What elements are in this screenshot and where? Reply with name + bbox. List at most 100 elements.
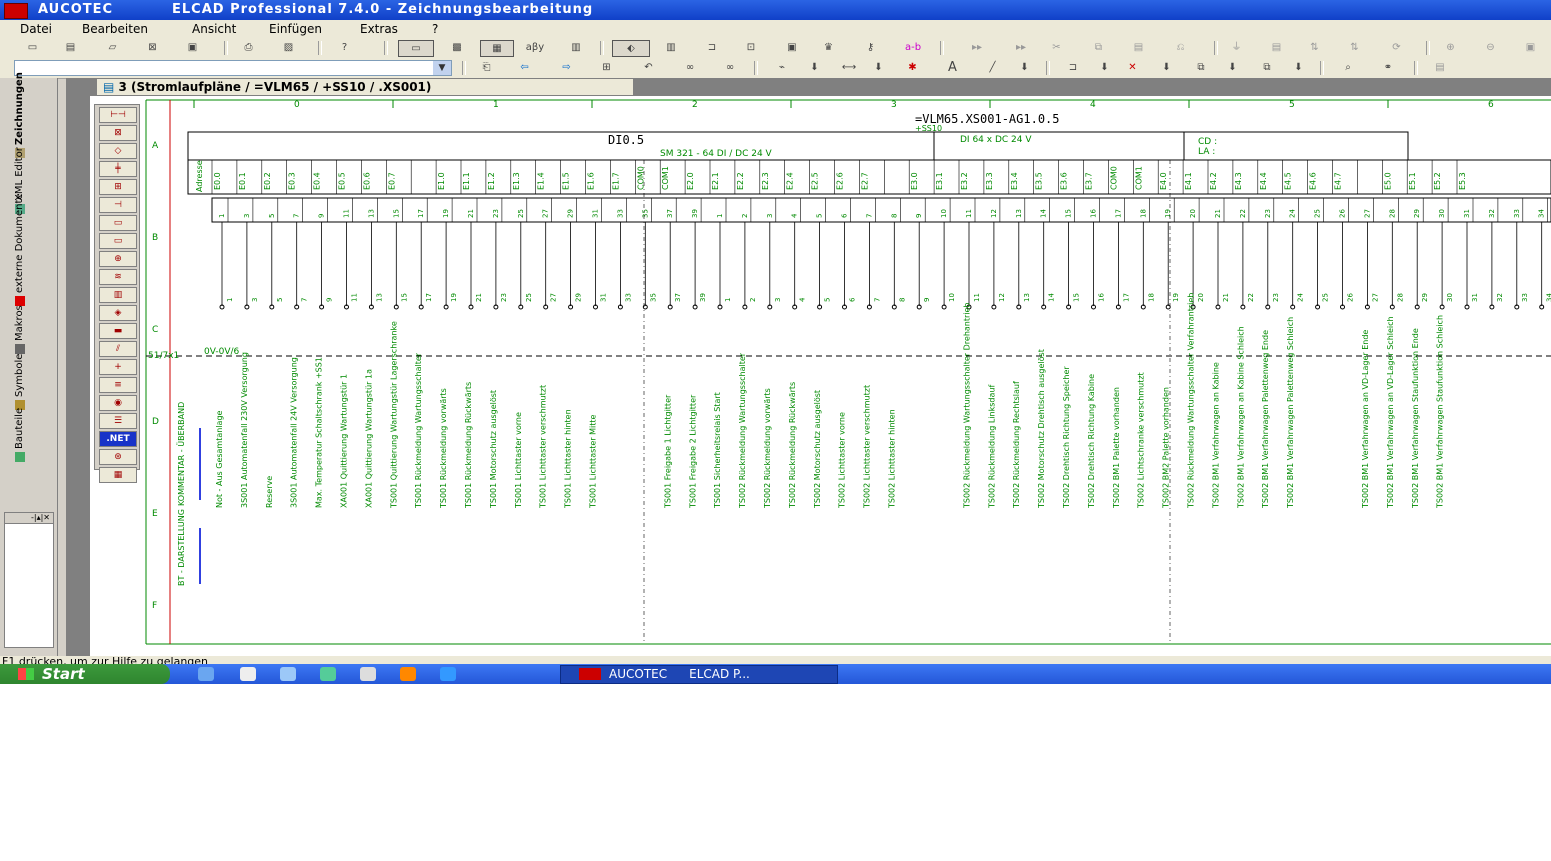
- palette-resistor-icon[interactable]: ▬: [99, 323, 137, 339]
- drawing-canvas[interactable]: ⊢⊣ ⊠ ◇ ╪ ⊞ ⊣ ▭ ▭ ⊕ ≋ ▥ ◈ ▬ ⫽ + ≡ ◉ ☰ .NE…: [90, 96, 1551, 656]
- binoculars-icon[interactable]: ⚭: [1374, 60, 1402, 75]
- quicklaunch-messenger-icon[interactable]: [320, 667, 336, 681]
- menu-ansicht[interactable]: Ansicht: [192, 22, 236, 36]
- taskbar-elcad-button[interactable]: AUCOTEC ELCAD P...: [560, 665, 838, 684]
- quicklaunch-firefox-icon[interactable]: [400, 667, 416, 681]
- palette-box-icon[interactable]: ▭: [99, 215, 137, 231]
- refresh-icon[interactable]: ⟳: [1388, 40, 1405, 55]
- copy-icon[interactable]: ⧉: [1090, 40, 1107, 55]
- filter-icon[interactable]: ⏚: [1228, 40, 1245, 55]
- drop4-icon[interactable]: ⬇: [1096, 60, 1113, 75]
- arrow-right-icon[interactable]: ⇨: [558, 60, 575, 75]
- search-icon[interactable]: ⌕: [1334, 60, 1362, 75]
- menu-help[interactable]: ?: [432, 22, 438, 36]
- chevron-down-icon[interactable]: ▼: [433, 61, 451, 75]
- print-preview-icon[interactable]: ▨: [280, 40, 297, 55]
- star-icon[interactable]: ✱: [904, 60, 921, 75]
- palette-gauge-icon[interactable]: ◉: [99, 395, 137, 411]
- palette-list-icon[interactable]: ☰: [99, 413, 137, 429]
- quicklaunch-explorer-icon[interactable]: [280, 667, 296, 681]
- dimension-icon[interactable]: ⟷: [838, 60, 860, 75]
- palette-bus-icon[interactable]: ╪: [99, 161, 137, 177]
- paste-page-icon[interactable]: ⧉: [1254, 60, 1280, 75]
- palette-dotnet-icon[interactable]: .NET: [99, 431, 137, 447]
- drop7-icon[interactable]: ⬇: [1290, 60, 1307, 75]
- drop-icon[interactable]: ⬇: [806, 60, 823, 75]
- sort-icon[interactable]: ▤: [1268, 40, 1285, 55]
- palette-terminal-icon[interactable]: ⊢⊣: [99, 107, 137, 123]
- start-button[interactable]: Start: [0, 664, 170, 684]
- select-icon[interactable]: ▦: [480, 40, 514, 57]
- crown-icon[interactable]: ♛: [820, 40, 837, 55]
- copy-page-icon[interactable]: ⧉: [1188, 60, 1214, 75]
- table-icon[interactable]: ▥: [656, 40, 686, 55]
- tab-makros[interactable]: Makros: [14, 305, 36, 354]
- help-icon[interactable]: ?: [336, 40, 353, 55]
- drop2-icon[interactable]: ⬇: [870, 60, 887, 75]
- open-icon[interactable]: ▱: [104, 40, 121, 55]
- jump-forward-icon[interactable]: ▸▸: [1006, 40, 1036, 55]
- zoom-in-icon[interactable]: ⊕: [1442, 40, 1459, 55]
- close-icon[interactable]: ⊠: [144, 40, 161, 55]
- drop5-icon[interactable]: ⬇: [1158, 60, 1175, 75]
- arrow-left-icon[interactable]: ⇦: [516, 60, 533, 75]
- panel-controls[interactable]: -|▴|✕: [5, 513, 53, 524]
- route-icon[interactable]: ⌁: [768, 60, 796, 75]
- cut-icon[interactable]: ✂: [1048, 40, 1065, 55]
- delete-x-icon[interactable]: ✕: [1124, 60, 1141, 75]
- document-tab[interactable]: ▤ 3 (Stromlaufpläne / =VLM65 / +SS10 / .…: [96, 78, 634, 96]
- palette-contact-icon[interactable]: ⊣: [99, 197, 137, 213]
- palette-multi-icon[interactable]: ≋: [99, 269, 137, 285]
- palette-capacitor-icon[interactable]: ⫽: [99, 341, 137, 357]
- palette-plus-icon[interactable]: +: [99, 359, 137, 375]
- selection-combobox[interactable]: ▼: [14, 60, 452, 76]
- glasses-icon[interactable]: ∞: [676, 60, 704, 75]
- palette-motor-icon[interactable]: ⊞: [99, 179, 137, 195]
- palette-diamond-icon[interactable]: ◇: [99, 143, 137, 159]
- sort-desc-icon[interactable]: ⇅: [1346, 40, 1363, 55]
- glasses2-icon[interactable]: ∞: [716, 60, 744, 75]
- palette-bars-icon[interactable]: ≡: [99, 377, 137, 393]
- quicklaunch-desktop-icon[interactable]: [198, 667, 214, 681]
- rotate-icon[interactable]: ↶: [640, 60, 657, 75]
- symbol-mode-icon[interactable]: ⬖: [612, 40, 650, 57]
- print-icon[interactable]: ⎙: [240, 40, 257, 55]
- menu-bearbeiten[interactable]: Bearbeiten: [82, 22, 148, 36]
- quicklaunch-mail-icon[interactable]: [360, 667, 376, 681]
- menu-extras[interactable]: Extras: [360, 22, 398, 36]
- grid-icon[interactable]: ▥: [562, 40, 590, 55]
- menu-datei[interactable]: Datei: [20, 22, 52, 36]
- frame-icon[interactable]: ⊡: [738, 40, 764, 55]
- text-a-icon[interactable]: A: [944, 60, 961, 75]
- tab-bauteile[interactable]: Bauteile: [14, 408, 36, 462]
- palette-coil-icon[interactable]: ⊕: [99, 251, 137, 267]
- zoom-window-icon[interactable]: ▩: [444, 40, 470, 55]
- title-bar[interactable]: AUCOTEC ELCAD Professional 7.4.0 - Zeich…: [0, 0, 1551, 20]
- cable-icon[interactable]: ⊐: [1060, 60, 1086, 75]
- menu-einfuegen[interactable]: Einfügen: [269, 22, 322, 36]
- quicklaunch-media-icon[interactable]: [240, 667, 256, 681]
- palette-switch-icon[interactable]: ⊠: [99, 125, 137, 141]
- zoom-fit-icon[interactable]: ▣: [1522, 40, 1539, 55]
- view-mode-icon[interactable]: ▭: [398, 40, 434, 57]
- save-icon[interactable]: ▣: [184, 40, 201, 55]
- palette-plc-icon[interactable]: ▥: [99, 287, 137, 303]
- tab-symbole[interactable]: Symbole: [14, 354, 36, 410]
- undo-icon[interactable]: ⎌: [1172, 40, 1189, 55]
- component-icon[interactable]: ▣: [778, 40, 806, 55]
- drop3-icon[interactable]: ⬇: [1016, 60, 1033, 75]
- jump-back-icon[interactable]: ▸▸: [962, 40, 992, 55]
- key-icon[interactable]: ⚷: [862, 40, 879, 55]
- connect-icon[interactable]: ⊐: [698, 40, 726, 55]
- list-icon[interactable]: ▤: [1426, 60, 1454, 75]
- a-b-icon[interactable]: a-b: [898, 40, 928, 55]
- quicklaunch-ie-icon[interactable]: [440, 667, 456, 681]
- paste-icon[interactable]: ▤: [1130, 40, 1147, 55]
- sort-asc-icon[interactable]: ⇅: [1306, 40, 1323, 55]
- navigator-panel[interactable]: -|▴|✕: [4, 512, 54, 648]
- palette-table-icon[interactable]: ▦: [99, 467, 137, 483]
- page-icon[interactable]: ⎗: [478, 60, 495, 75]
- abc-text-icon[interactable]: aβy: [522, 40, 548, 55]
- palette-frame-icon[interactable]: ▭: [99, 233, 137, 249]
- page-goto-icon[interactable]: ⊞: [598, 60, 615, 75]
